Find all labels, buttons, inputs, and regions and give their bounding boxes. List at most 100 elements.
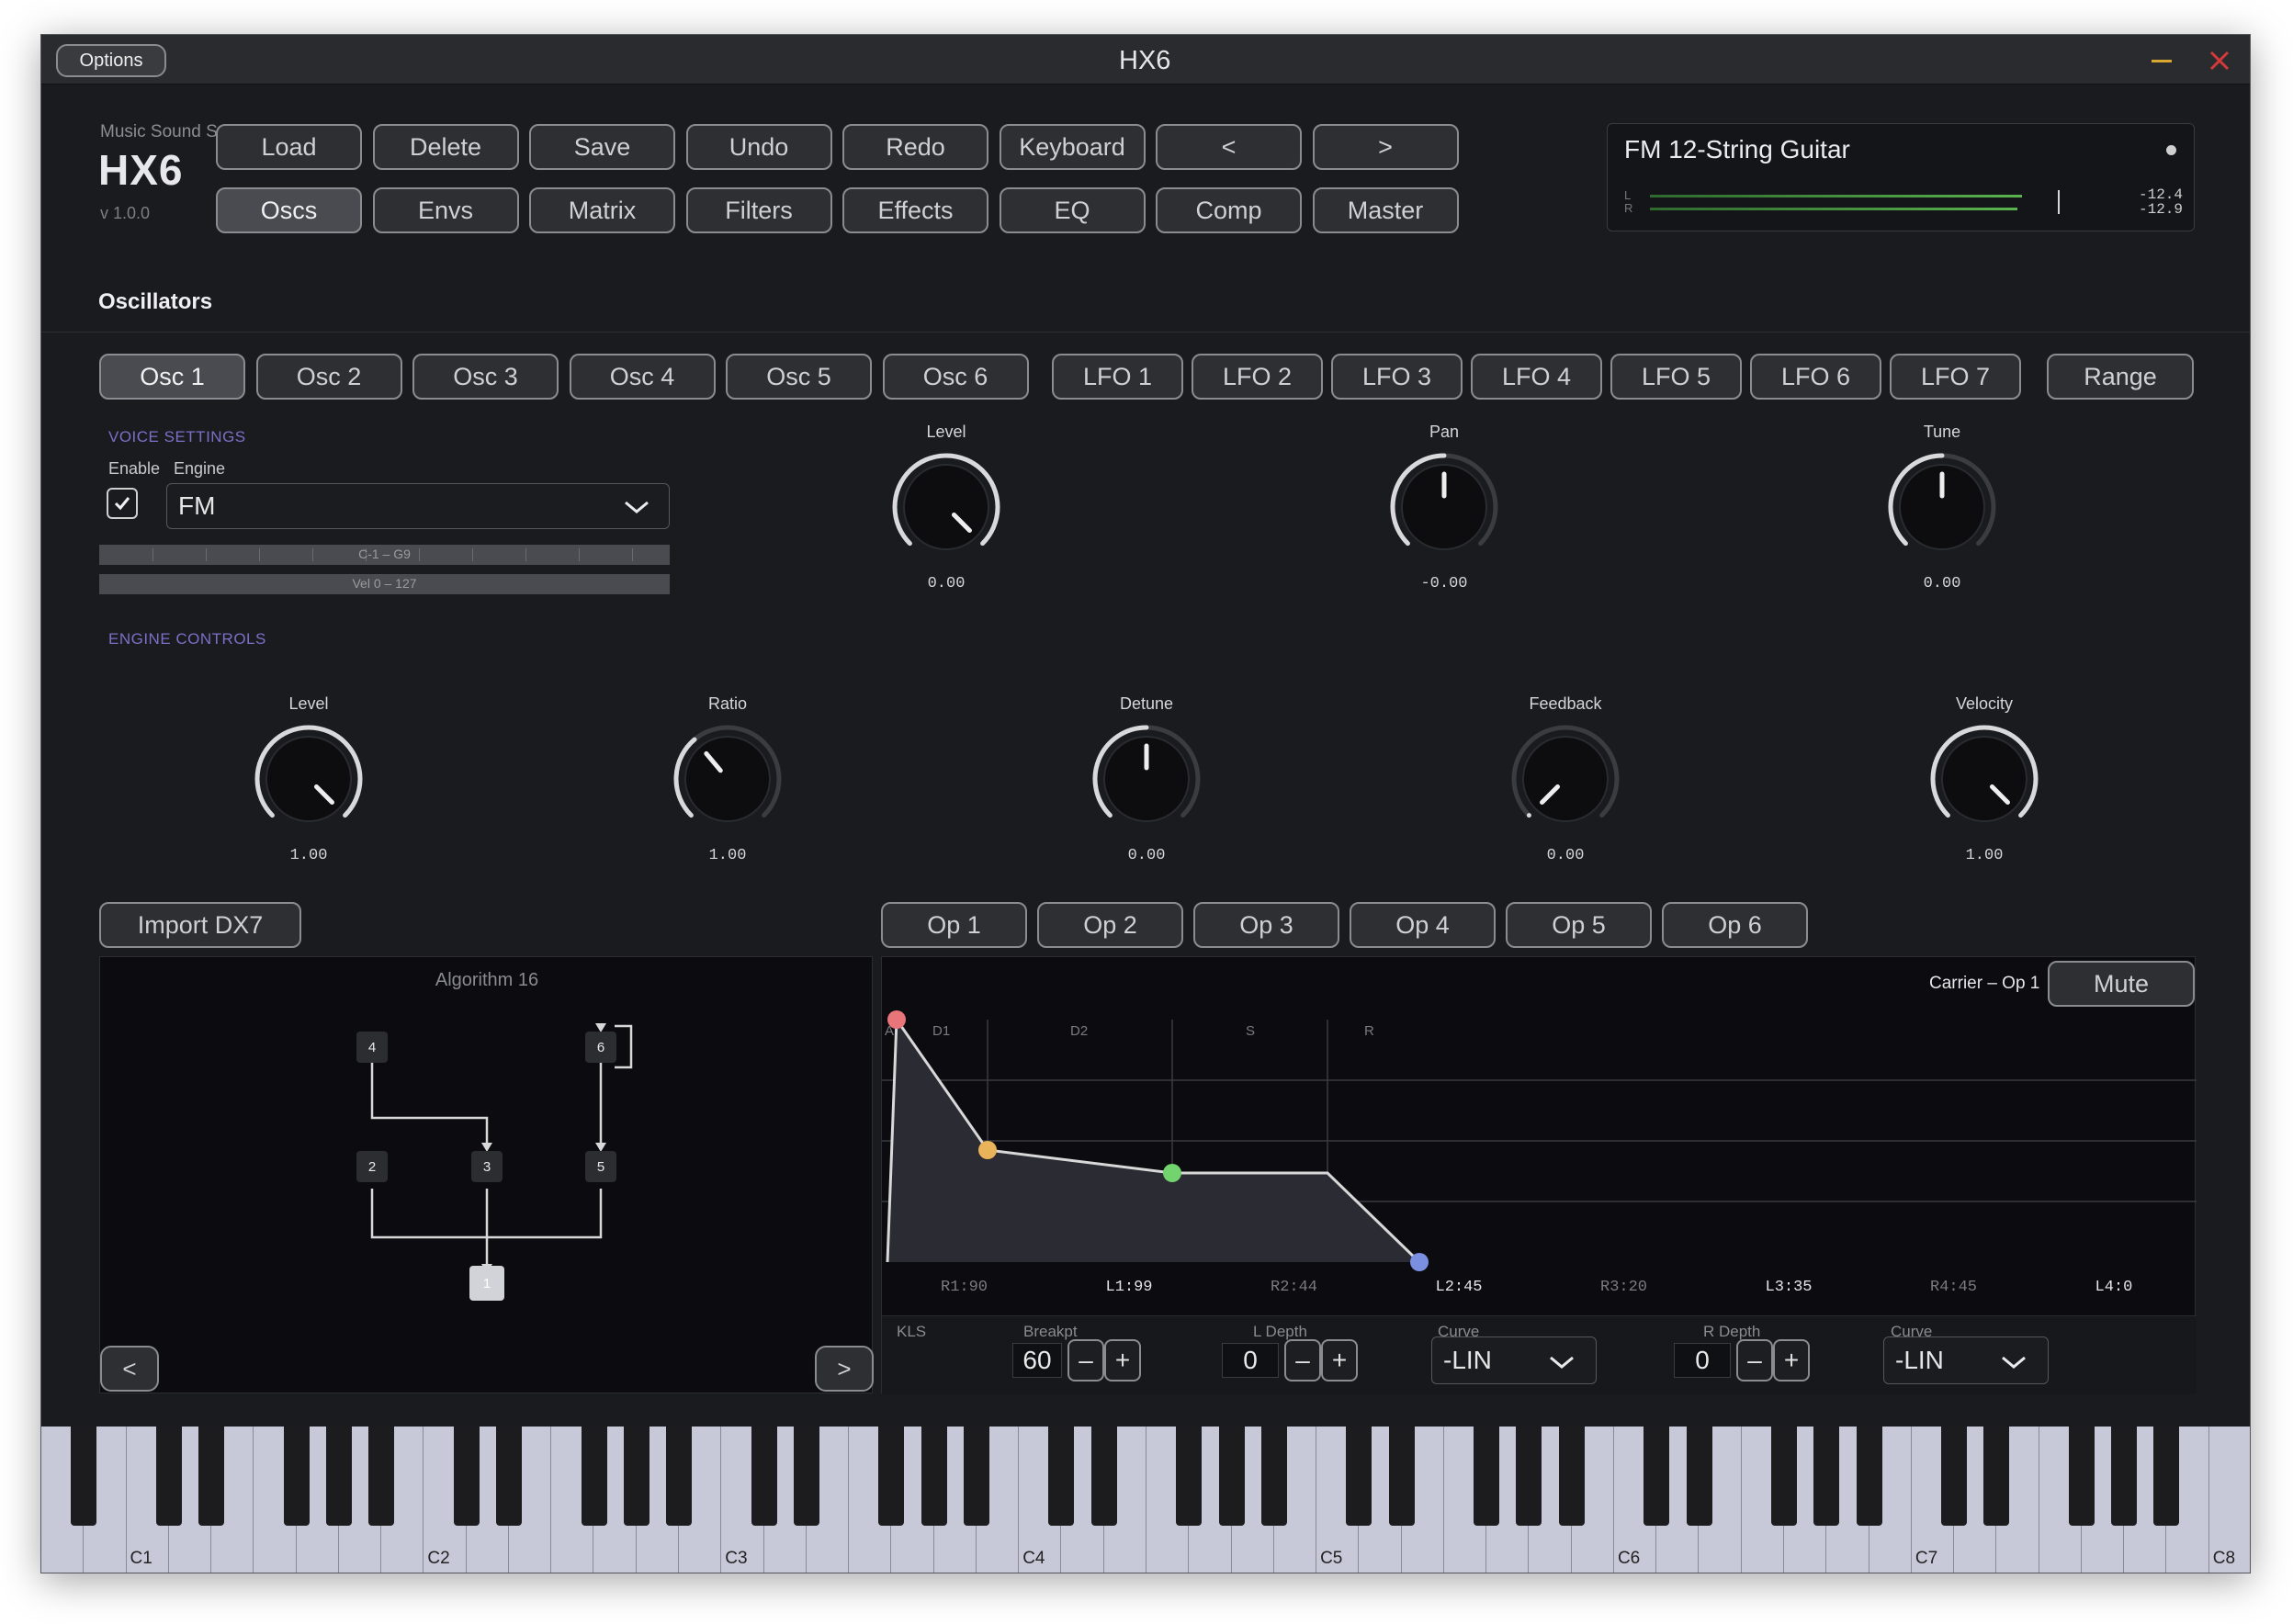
black-key[interactable] [1218, 1427, 1245, 1526]
l-depth-value[interactable]: 0 [1222, 1343, 1279, 1378]
r-depth-increment-button[interactable]: + [1773, 1339, 1810, 1382]
close-icon[interactable] [2208, 50, 2231, 72]
velocity-range-bar[interactable]: Vel 0 – 127 [99, 574, 670, 594]
black-key[interactable] [751, 1427, 777, 1526]
r-depth-decrement-button[interactable]: – [1736, 1339, 1773, 1382]
black-key[interactable] [623, 1427, 649, 1526]
algorithm-prev-button[interactable]: < [100, 1346, 159, 1392]
page-tab-matrix[interactable]: Matrix [529, 187, 675, 233]
engine-select[interactable]: FM [166, 483, 670, 529]
minimize-icon[interactable] [2152, 60, 2172, 62]
black-key[interactable] [1686, 1427, 1712, 1526]
tab-op-1[interactable]: Op 1 [881, 902, 1027, 948]
tab-osc-3[interactable]: Osc 3 [412, 354, 559, 400]
operator-node-3[interactable]: 3 [471, 1151, 503, 1182]
black-key[interactable] [1558, 1427, 1585, 1526]
black-key[interactable] [283, 1427, 310, 1526]
black-key[interactable] [1474, 1427, 1500, 1526]
enable-checkbox[interactable] [107, 488, 138, 519]
black-key[interactable] [963, 1427, 989, 1526]
tab-lfo-7[interactable]: LFO 7 [1890, 354, 2021, 400]
tab-osc-5[interactable]: Osc 5 [726, 354, 872, 400]
tab-osc-6[interactable]: Osc 6 [882, 354, 1029, 400]
undo-button[interactable]: Undo [685, 124, 832, 170]
tab-lfo-6[interactable]: LFO 6 [1750, 354, 1881, 400]
black-key[interactable] [1983, 1427, 2010, 1526]
operator-node-1[interactable]: 1 [469, 1266, 504, 1301]
black-key[interactable] [921, 1427, 947, 1526]
page-tab-eq[interactable]: EQ [999, 187, 1146, 233]
page-tab-envs[interactable]: Envs [372, 187, 519, 233]
black-key[interactable] [1856, 1427, 1882, 1526]
operator-node-6[interactable]: 6 [585, 1032, 616, 1063]
black-key[interactable] [1176, 1427, 1203, 1526]
black-key[interactable] [453, 1427, 480, 1526]
breakpt-value[interactable]: 60 [1012, 1343, 1062, 1378]
key-range-bar[interactable]: C-1 – G9 [99, 545, 670, 565]
black-key[interactable] [1771, 1427, 1798, 1526]
black-key[interactable] [1048, 1427, 1075, 1526]
l-depth-decrement-button[interactable]: – [1284, 1339, 1321, 1382]
breakpt-increment-button[interactable]: + [1104, 1339, 1141, 1382]
page-tab-comp[interactable]: Comp [1156, 187, 1302, 233]
breakpt-decrement-button[interactable]: – [1067, 1339, 1104, 1382]
black-key[interactable] [325, 1427, 352, 1526]
tab-lfo-1[interactable]: LFO 1 [1052, 354, 1183, 400]
level-knob[interactable] [252, 722, 366, 836]
black-key[interactable] [1516, 1427, 1542, 1526]
l-depth-increment-button[interactable]: + [1321, 1339, 1358, 1382]
prev-preset-button[interactable]: < [1156, 124, 1302, 170]
black-key[interactable] [198, 1427, 225, 1526]
algorithm-next-button[interactable]: > [815, 1346, 874, 1392]
level-knob[interactable] [889, 450, 1003, 564]
black-key[interactable] [1260, 1427, 1287, 1526]
detune-knob[interactable] [1090, 722, 1203, 836]
tab-op-3[interactable]: Op 3 [1193, 902, 1339, 948]
operator-node-4[interactable]: 4 [356, 1032, 388, 1063]
tab-osc-1[interactable]: Osc 1 [99, 354, 245, 400]
black-key[interactable] [2153, 1427, 2180, 1526]
black-key[interactable] [71, 1427, 97, 1526]
page-tab-oscs[interactable]: Oscs [216, 187, 362, 233]
piano-keyboard[interactable]: C1 C2 C3 C4 C5 C6 C7 C8 [41, 1427, 2250, 1573]
next-preset-button[interactable]: > [1312, 124, 1459, 170]
pan-knob[interactable] [1387, 450, 1501, 564]
black-key[interactable] [2111, 1427, 2138, 1526]
ratio-knob[interactable] [671, 722, 785, 836]
tab-lfo-2[interactable]: LFO 2 [1192, 354, 1323, 400]
black-key[interactable] [666, 1427, 693, 1526]
tab-osc-4[interactable]: Osc 4 [569, 354, 716, 400]
black-key[interactable] [793, 1427, 819, 1526]
black-key[interactable] [1813, 1427, 1840, 1526]
page-tab-effects[interactable]: Effects [842, 187, 988, 233]
load-button[interactable]: Load [216, 124, 362, 170]
tab-op-2[interactable]: Op 2 [1037, 902, 1183, 948]
tab-op-5[interactable]: Op 5 [1506, 902, 1652, 948]
black-key[interactable] [1388, 1427, 1415, 1526]
r-depth-value[interactable]: 0 [1674, 1343, 1731, 1378]
tab-lfo-5[interactable]: LFO 5 [1610, 354, 1742, 400]
black-key[interactable] [581, 1427, 607, 1526]
redo-button[interactable]: Redo [842, 124, 988, 170]
import-dx7-button[interactable]: Import DX7 [99, 902, 301, 948]
black-key[interactable] [368, 1427, 395, 1526]
options-button[interactable]: Options [56, 44, 166, 77]
delete-button[interactable]: Delete [372, 124, 519, 170]
page-tab-filters[interactable]: Filters [685, 187, 832, 233]
tab-lfo-4[interactable]: LFO 4 [1471, 354, 1602, 400]
feedback-knob[interactable] [1508, 722, 1622, 836]
tune-knob[interactable] [1885, 450, 1999, 564]
black-key[interactable] [1941, 1427, 1968, 1526]
page-tab-master[interactable]: Master [1312, 187, 1459, 233]
black-key[interactable] [1644, 1427, 1670, 1526]
black-key[interactable] [2068, 1427, 2095, 1526]
tab-op-6[interactable]: Op 6 [1662, 902, 1808, 948]
keyboard-button[interactable]: Keyboard [999, 124, 1146, 170]
velocity-knob[interactable] [1927, 722, 2041, 836]
tab-lfo-3[interactable]: LFO 3 [1331, 354, 1463, 400]
tab-osc-2[interactable]: Osc 2 [255, 354, 402, 400]
black-key[interactable] [878, 1427, 905, 1526]
l-curve-select[interactable]: -LIN [1431, 1336, 1597, 1384]
operator-node-2[interactable]: 2 [356, 1151, 388, 1182]
black-key[interactable] [155, 1427, 182, 1526]
